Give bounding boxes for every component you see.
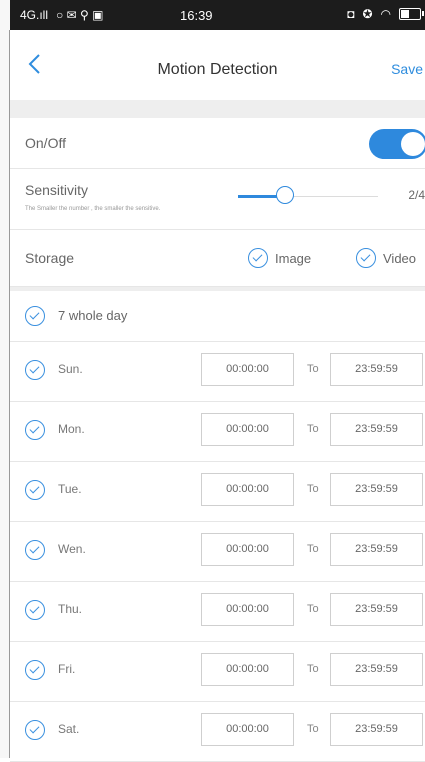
sensitivity-label: Sensitivity: [25, 182, 89, 198]
save-button[interactable]: Save: [391, 61, 423, 77]
day-label: Sat.: [58, 722, 80, 736]
storage-video-option[interactable]: Video: [356, 248, 416, 268]
start-time-field[interactable]: 00:00:00: [201, 713, 294, 746]
start-time-field[interactable]: 00:00:00: [201, 533, 294, 566]
sensitivity-value: 2/4: [408, 188, 425, 202]
check-circle-icon[interactable]: [25, 600, 45, 620]
image-label: Image: [275, 250, 312, 266]
day-row: Sat. 00:00:00 To 23:59:59: [10, 702, 425, 762]
to-label: To: [307, 363, 319, 375]
nav-bar: Motion Detection Save: [10, 30, 425, 101]
start-time-field[interactable]: 00:00:00: [201, 413, 294, 446]
check-circle-icon[interactable]: [356, 248, 376, 268]
check-circle-icon[interactable]: [25, 540, 45, 560]
storage-row: Storage Image Video: [10, 230, 425, 287]
day-label: Wen.: [58, 542, 86, 556]
sensitivity-hint: The Smaller the number , the smaller the…: [25, 206, 161, 212]
slider-thumb[interactable]: [276, 186, 294, 204]
whole-day-row[interactable]: 7 whole day: [10, 291, 425, 342]
day-row: Mon. 00:00:00 To 23:59:59: [10, 402, 425, 462]
onoff-row: On/Off: [10, 118, 425, 169]
to-label: To: [307, 723, 319, 735]
day-row: Wen. 00:00:00 To 23:59:59: [10, 522, 425, 582]
toggle-knob: [401, 132, 425, 156]
battery-icon: [399, 8, 424, 20]
storage-label: Storage: [25, 250, 75, 266]
check-circle-icon[interactable]: [25, 660, 45, 680]
whole-day-label: 7 whole day: [58, 308, 128, 323]
check-circle-icon[interactable]: [25, 306, 45, 326]
end-time-field[interactable]: 23:59:59: [330, 713, 423, 746]
to-label: To: [307, 483, 319, 495]
end-time-field[interactable]: 23:59:59: [330, 593, 423, 626]
wifi-icon: ◠: [380, 7, 391, 21]
check-circle-icon[interactable]: [248, 248, 268, 268]
onoff-label: On/Off: [25, 135, 66, 151]
onoff-toggle[interactable]: [369, 129, 425, 159]
day-row: Sun. 00:00:00 To 23:59:59: [10, 342, 425, 402]
day-row: Fri. 00:00:00 To 23:59:59: [10, 642, 425, 702]
start-time-field[interactable]: 00:00:00: [201, 593, 294, 626]
sensitivity-row: Sensitivity The Smaller the number , the…: [10, 169, 425, 230]
status-bar: 4G.ıll ○ ✉ ⚲ ▣ 16:39 ◘ ✪ ◠: [10, 0, 425, 30]
check-circle-icon[interactable]: [25, 480, 45, 500]
day-label: Tue.: [58, 482, 82, 496]
sensitivity-slider[interactable]: [238, 186, 378, 204]
start-time-field[interactable]: 00:00:00: [201, 353, 294, 386]
day-label: Fri.: [58, 662, 76, 676]
bluetooth-icon: ✪: [362, 7, 373, 21]
to-label: To: [307, 603, 319, 615]
signal-indicator: 4G.ıll: [20, 8, 49, 22]
day-label: Sun.: [58, 362, 83, 376]
to-label: To: [307, 543, 319, 555]
notification-icons: ○ ✉ ⚲ ▣: [56, 8, 104, 22]
day-label: Thu.: [58, 602, 83, 616]
start-time-field[interactable]: 00:00:00: [201, 653, 294, 686]
to-label: To: [307, 423, 319, 435]
end-time-field[interactable]: 23:59:59: [330, 353, 423, 386]
section-gap: [10, 100, 425, 118]
check-circle-icon[interactable]: [25, 420, 45, 440]
end-time-field[interactable]: 23:59:59: [330, 413, 423, 446]
check-circle-icon[interactable]: [25, 720, 45, 740]
status-time: 16:39: [180, 8, 213, 23]
end-time-field[interactable]: 23:59:59: [330, 653, 423, 686]
start-time-field[interactable]: 00:00:00: [201, 473, 294, 506]
end-time-field[interactable]: 23:59:59: [330, 533, 423, 566]
day-row: Tue. 00:00:00 To 23:59:59: [10, 462, 425, 522]
check-circle-icon[interactable]: [25, 360, 45, 380]
day-label: Mon.: [58, 422, 85, 436]
to-label: To: [307, 663, 319, 675]
page-title: Motion Detection: [157, 61, 278, 78]
day-row: Thu. 00:00:00 To 23:59:59: [10, 582, 425, 642]
alarm-icon: ◘: [347, 7, 355, 21]
storage-image-option[interactable]: Image: [248, 248, 311, 268]
end-time-field[interactable]: 23:59:59: [330, 473, 423, 506]
left-edge: [0, 0, 10, 758]
video-label: Video: [383, 250, 417, 266]
